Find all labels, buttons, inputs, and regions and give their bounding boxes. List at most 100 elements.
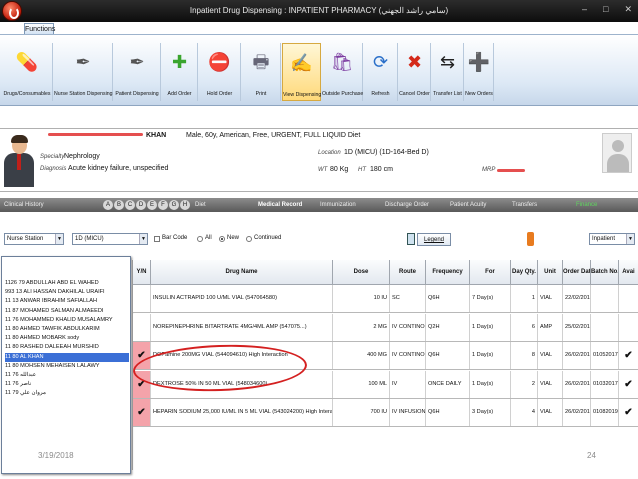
column-header-yn[interactable]: Y/N	[133, 260, 151, 285]
cell-batch-no: 01032017	[591, 370, 619, 398]
cell-yn[interactable]	[133, 285, 151, 312]
patient-list-item[interactable]: 11 80 RASHED DALEEAH MURSHID	[5, 343, 129, 352]
alpha-index-h[interactable]: H	[180, 200, 190, 210]
unit-combo-value: 1D (MICU)	[75, 236, 104, 242]
patient-list-item[interactable]: 993 13 ALI HASSAN DAKHILAL URAIFI	[5, 288, 129, 297]
minimize-icon[interactable]: –	[582, 4, 587, 15]
chevron-down-icon[interactable]: ▼	[626, 234, 634, 244]
column-header-dose[interactable]: Dose	[333, 260, 390, 285]
column-header-day-qty[interactable]: Day Qty.	[511, 260, 538, 285]
cell-avail: ✔	[619, 371, 638, 398]
patient-list-item[interactable]: 11 80 MOHSEN MEHAISEN LALAWY	[5, 362, 129, 371]
finance-link[interactable]: Finance	[576, 202, 597, 208]
toolbar-button-new-orders[interactable]: ➕ New Orders	[465, 43, 494, 101]
new-orders-icon: ➕	[467, 52, 491, 72]
toolbar-button-refresh[interactable]: ⟳ Refresh	[364, 43, 398, 101]
cell-avail: ✔	[619, 399, 638, 426]
toolbar-button-outside-purchase[interactable]: 🛍 Outside Purchase	[322, 43, 363, 101]
toolbar-button-print[interactable]: 🖶 Print	[242, 43, 281, 101]
window-titlebar: Inpatient Drug Dispensing : INPATIENT PH…	[0, 0, 638, 22]
column-header-avail[interactable]: Avai	[619, 260, 638, 285]
type-combo-value: Inpatient	[592, 236, 616, 242]
radio-new[interactable]	[219, 236, 225, 242]
patient-list-item[interactable]: 11 76 ناصر	[5, 380, 129, 389]
table-row[interactable]: NOREPINEPHRINE BITARTRATE 4MG/4ML AMP (5…	[133, 313, 638, 342]
patient-banner: KHAN Male, 60y, American, Free, URGENT, …	[0, 128, 638, 192]
transfers-link[interactable]: Transfers	[512, 202, 537, 208]
toolbar-button-transfer-list[interactable]: ⇆ Transfer List	[432, 43, 464, 101]
toolbar-button-hold-order[interactable]: ⛔ Hold Order	[199, 43, 241, 101]
cell-yn[interactable]: ✔	[133, 399, 151, 426]
cell-avail	[619, 285, 638, 312]
alpha-index-f[interactable]: F	[158, 200, 168, 210]
medical-record-link[interactable]: Medical Record	[258, 202, 302, 208]
diet-link[interactable]: Diet	[195, 202, 206, 208]
table-row[interactable]: INSULIN ACTRAPID 100 U/ML VIAL (54706458…	[133, 285, 638, 313]
alpha-index-a[interactable]: A	[103, 200, 113, 210]
cell-order-date: 22/02/2017	[563, 285, 591, 312]
toolbar-button-add-order[interactable]: ✚ Add Order	[162, 43, 198, 101]
toolbar-button-view-dispensing[interactable]: ✍ View Dispensing	[282, 43, 321, 101]
patient-dropdown-list[interactable]: 1126 79 ABDULLAH ABD EL WAHED 993 13 ALI …	[1, 256, 131, 474]
cell-yn[interactable]	[133, 313, 151, 341]
table-row[interactable]: ✔ HEPARIN SODIUM 25,000 IU/ML IN 5 ML VIA…	[133, 399, 638, 427]
medicine-bottle-icon[interactable]	[527, 232, 534, 246]
alpha-index-d[interactable]: D	[136, 200, 146, 210]
column-header-drug-name[interactable]: Drug Name	[151, 260, 333, 285]
column-header-batch-no[interactable]: Batch No.	[591, 260, 619, 285]
cell-day-qty: 4	[511, 399, 538, 426]
patient-acuity-link[interactable]: Patient Acuity	[450, 202, 486, 208]
patient-list-item[interactable]: 1126 79 ABDULLAH ABD EL WAHED	[5, 279, 129, 288]
alpha-index-b[interactable]: B	[114, 200, 124, 210]
column-header-for[interactable]: For	[470, 260, 511, 285]
toolbar-button-nurse-station-dispensing[interactable]: ✒ Nurse Station Dispensing	[54, 43, 113, 101]
immunization-link[interactable]: Immunization	[320, 202, 356, 208]
column-header-route[interactable]: Route	[390, 260, 426, 285]
radio-continued[interactable]	[246, 236, 252, 242]
stop-icon: ⛔	[208, 52, 231, 72]
maximize-icon[interactable]: □	[603, 4, 608, 15]
unit-combo[interactable]: 1D (MICU) ▼	[72, 233, 148, 245]
toolbar-button-label: View Dispensing	[283, 92, 322, 98]
patient-list-item[interactable]: 11 13 ANWAR IBRAHIM SAFIALLAH	[5, 297, 129, 306]
patient-list-item[interactable]: 11 76 عبدالله	[5, 371, 129, 380]
barcode-checkbox[interactable]	[154, 236, 160, 242]
cell-batch-no	[591, 285, 619, 312]
patient-list-item[interactable]: 11 80 AL KHAN	[5, 352, 129, 362]
chevron-down-icon[interactable]: ▼	[55, 234, 63, 244]
station-combo[interactable]: Nurse Station ▼	[4, 233, 64, 245]
radio-all[interactable]	[197, 236, 203, 242]
patient-list-item[interactable]: 11 79 مروان علي	[5, 389, 129, 398]
close-icon[interactable]: ✕	[624, 4, 632, 15]
radio-all-label: All	[205, 235, 212, 241]
patient-list-item[interactable]: 11 87 MOHAMED SALMAN ALMAEEDI	[5, 307, 129, 316]
arrows-icon: ⇆	[439, 52, 456, 72]
toolbar-button-drugs-consumables[interactable]: 💊 Drugs/Consumables	[2, 43, 53, 101]
toolbar-button-cancel-order[interactable]: ✖ Cancel Order	[399, 43, 431, 101]
cell-route: IV CONTINOUS INF	[390, 313, 426, 341]
type-combo[interactable]: Inpatient ▼	[589, 233, 635, 245]
alpha-index-e[interactable]: E	[147, 200, 157, 210]
toolbar-button-label: Refresh	[371, 91, 390, 97]
chevron-down-icon[interactable]: ▼	[139, 234, 147, 244]
cell-day-qty: 1	[511, 285, 538, 312]
cell-frequency: Q6H	[426, 399, 470, 426]
patient-list-item[interactable]: 11 80 AHMED TAWFIK ABDULKARIM	[5, 325, 129, 334]
cell-batch-no: 01082019	[591, 399, 619, 426]
cell-for: 7 Day(s)	[470, 285, 511, 312]
discharge-order-link[interactable]: Discharge Order	[385, 202, 429, 208]
column-header-unit[interactable]: Unit	[538, 260, 563, 285]
legend-button[interactable]: Legend	[417, 233, 451, 246]
toolbar-button-patient-dispensing[interactable]: ✒ Patient Dispensing	[114, 43, 161, 101]
patient-list-item[interactable]: 11 76 MOHAMMED KHALID MUSALAMRY	[5, 316, 129, 325]
column-header-frequency[interactable]: Frequency	[426, 260, 470, 285]
clinical-history-link[interactable]: Clinical History	[4, 202, 44, 208]
alpha-index-c[interactable]: C	[125, 200, 135, 210]
diagnosis-label: Diagnosis	[40, 166, 67, 172]
cell-avail	[619, 314, 638, 341]
column-header-order-date[interactable]: Order Date	[563, 260, 591, 285]
alpha-index-g[interactable]: G	[169, 200, 179, 210]
patient-list-item[interactable]: 11 80 AHMED MOBARK sody	[5, 334, 129, 343]
diagnosis-value: Acute kidney failure, unspecified	[68, 165, 169, 172]
filter-bar: Nurse Station ▼ 1D (MICU) ▼ Bar Code All…	[0, 228, 638, 250]
